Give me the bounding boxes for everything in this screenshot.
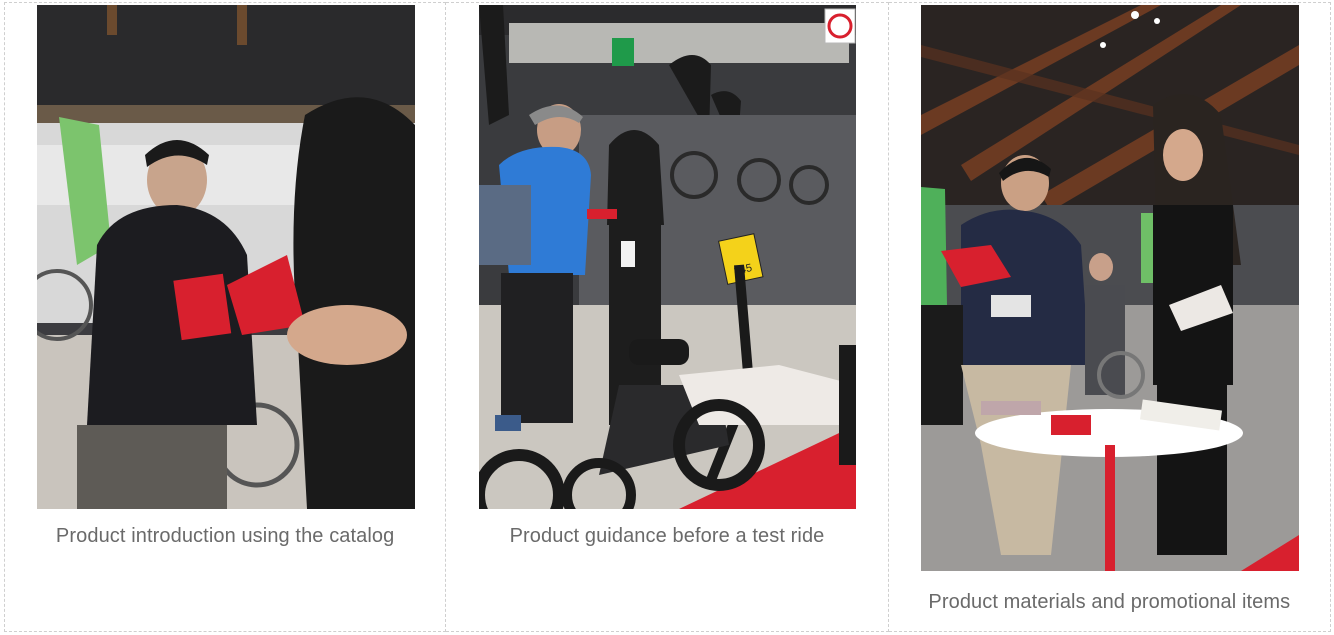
panel-caption: Product guidance before a test ride	[509, 525, 825, 547]
photo-catalog-introduction	[37, 5, 415, 509]
panel-caption: Product materials and promotional items	[928, 591, 1291, 613]
gallery-panel-1: Product introduction using the catalog	[4, 2, 447, 632]
photo-promotional-items	[920, 5, 1299, 571]
photo-test-ride-guidance: 845	[479, 5, 857, 509]
photo-gallery: Product introduction using the catalog 8…	[4, 2, 1331, 632]
gallery-panel-3: Product materials and promotional items	[888, 2, 1331, 632]
gallery-panel-2: 845 Product guidance before a test ride	[446, 2, 889, 632]
panel-caption: Product introduction using the catalog	[55, 525, 395, 547]
